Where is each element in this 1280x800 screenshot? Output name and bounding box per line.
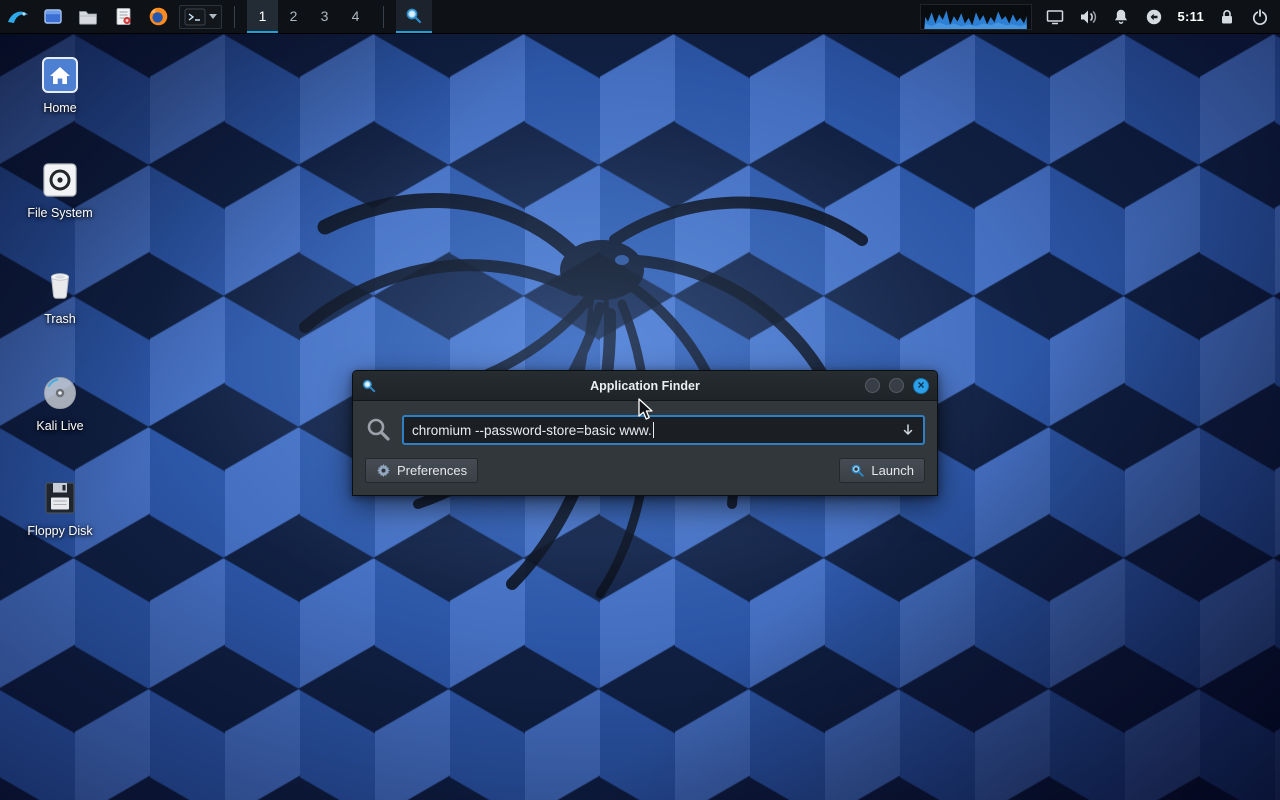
terminal-icon [184, 8, 206, 26]
panel-tray: 5:11 [920, 0, 1280, 33]
top-panel: 1 2 3 4 [0, 0, 1280, 34]
applications-menu-button[interactable] [4, 3, 32, 31]
display-icon[interactable] [1045, 7, 1065, 27]
workspace-4[interactable]: 4 [340, 0, 371, 33]
chevron-down-icon[interactable] [209, 14, 217, 19]
clock[interactable]: 5:11 [1177, 9, 1204, 24]
trash-icon [39, 265, 81, 307]
preferences-label: Preferences [397, 463, 467, 478]
window-button-application-finder[interactable] [396, 0, 432, 33]
entry-dropdown-arrow-icon[interactable] [901, 423, 915, 437]
text-caret [653, 422, 654, 438]
drive-icon [39, 159, 81, 201]
minimize-button[interactable] [865, 378, 880, 393]
command-input-value: chromium --password-store=basic www. [412, 423, 652, 438]
search-row: chromium --password-store=basic www. [365, 415, 925, 445]
text-editor-launcher[interactable] [109, 3, 137, 31]
file-manager-launcher[interactable] [74, 3, 102, 31]
desktop-icon-label: File System [27, 206, 92, 220]
desktop-icon-file-system[interactable]: File System [5, 159, 115, 220]
home-icon [39, 54, 81, 96]
dialog-button-row: Preferences Launch [365, 458, 925, 483]
desktop-icon-floppy-disk[interactable]: Floppy Disk [5, 477, 115, 538]
folder-icon [77, 6, 99, 27]
desktop-icon-label: Kali Live [36, 419, 83, 433]
command-input[interactable]: chromium --password-store=basic www. [402, 415, 925, 445]
panel-left: 1 2 3 4 [0, 0, 432, 33]
desktop-icon-kali-live[interactable]: Kali Live [5, 372, 115, 433]
desktop-icon-label: Home [43, 101, 76, 115]
gear-icon [376, 463, 391, 478]
lock-icon[interactable] [1217, 7, 1237, 27]
disc-icon [39, 372, 81, 414]
titlebar-buttons: × [865, 378, 929, 394]
close-button[interactable]: × [913, 378, 929, 394]
floppy-icon [39, 477, 81, 519]
firefox-launcher[interactable] [144, 3, 172, 31]
desktop-icon-label: Trash [44, 312, 76, 326]
workspace-2[interactable]: 2 [278, 0, 309, 33]
panel-separator [383, 6, 384, 28]
window-title: Application Finder [353, 379, 937, 393]
kali-dragon-icon [6, 6, 30, 28]
application-finder-icon [361, 378, 377, 394]
panel-separator [234, 6, 235, 28]
application-finder-window: Application Finder × chromium --password… [352, 370, 938, 496]
workspace-3[interactable]: 3 [309, 0, 340, 33]
launch-icon [850, 463, 865, 478]
window-icon [42, 6, 64, 27]
logout-power-icon[interactable] [1250, 7, 1270, 27]
preferences-button[interactable]: Preferences [365, 458, 478, 483]
volume-icon[interactable] [1078, 7, 1098, 27]
maximize-button[interactable] [889, 378, 904, 393]
firefox-icon [148, 6, 169, 27]
status-circle-icon[interactable] [1144, 7, 1164, 27]
cpu-graph[interactable] [920, 4, 1032, 30]
desktop-icon-label: Floppy Disk [27, 524, 92, 538]
desktop-icon-trash[interactable]: Trash [5, 265, 115, 326]
terminal-launcher-combo[interactable] [179, 5, 222, 29]
magnifier-icon [404, 6, 424, 26]
launch-label: Launch [871, 463, 914, 478]
launch-button[interactable]: Launch [839, 458, 925, 483]
titlebar[interactable]: Application Finder × [353, 371, 937, 401]
search-icon [365, 416, 393, 444]
workspace-switcher: 1 2 3 4 [247, 0, 371, 33]
finder-body: chromium --password-store=basic www. Pre… [353, 401, 937, 495]
notifications-bell-icon[interactable] [1111, 7, 1131, 27]
desktop-icon-home[interactable]: Home [5, 54, 115, 115]
document-edit-icon [113, 6, 134, 27]
show-desktop-launcher[interactable] [39, 3, 67, 31]
workspace-1[interactable]: 1 [247, 0, 278, 33]
